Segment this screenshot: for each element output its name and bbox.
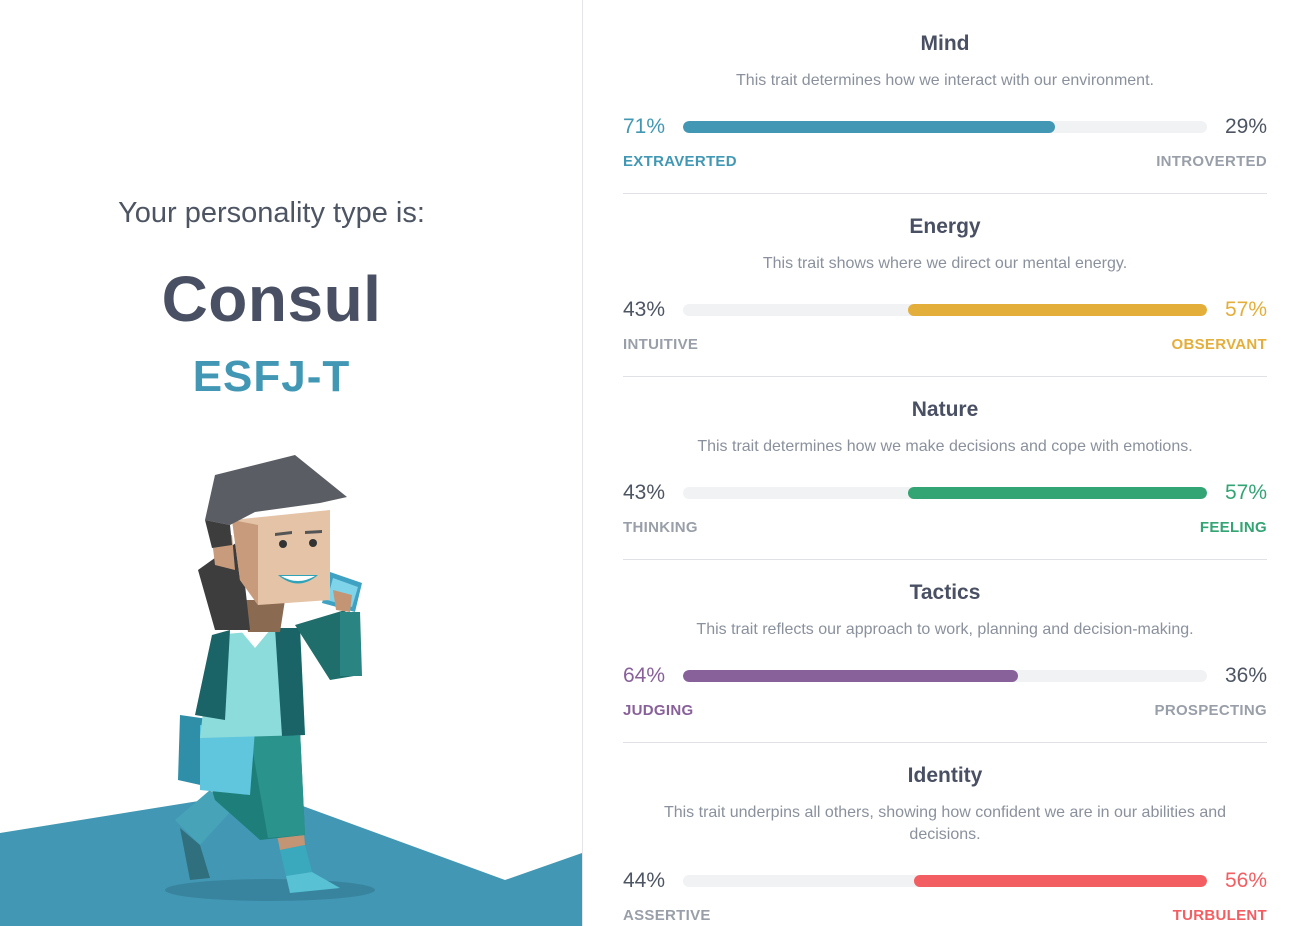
trait-bar-fill bbox=[913, 875, 1207, 887]
right-percentage: 36% bbox=[1224, 664, 1267, 687]
right-trait-label: INTROVERTED bbox=[1156, 153, 1267, 170]
left-percentage: 71% bbox=[623, 115, 666, 138]
right-trait-label: PROSPECTING bbox=[1154, 702, 1267, 719]
personality-type-code: ESFJ-T bbox=[192, 352, 351, 401]
result-intro: Your personality type is: bbox=[118, 197, 425, 229]
trait-description: This trait determines how we interact wi… bbox=[736, 72, 1154, 89]
trait-label-row: EXTRAVERTED INTROVERTED bbox=[623, 153, 1267, 173]
trait-bar-row: 43% 57% bbox=[623, 478, 1267, 508]
trait-label-row: INTUITIVE OBSERVANT bbox=[623, 336, 1267, 356]
left-trait-label: THINKING bbox=[623, 519, 698, 536]
trait-bar-track bbox=[683, 670, 1207, 682]
trait-bar-fill bbox=[683, 670, 1019, 682]
traits-panel: Mind This trait determines how we intera… bbox=[623, 0, 1267, 926]
trait-separator bbox=[623, 742, 1267, 743]
result-panel: Your personality type is: Consul ESFJ-T bbox=[0, 0, 582, 926]
trait-separator bbox=[623, 559, 1267, 560]
personality-type-name: Consul bbox=[161, 263, 382, 335]
right-percentage: 56% bbox=[1224, 869, 1267, 892]
trait-description: This trait shows where we direct our men… bbox=[762, 255, 1128, 272]
trait-bar-row: 44% 56% bbox=[623, 866, 1267, 896]
trait-bar-track bbox=[683, 487, 1207, 499]
right-percentage: 57% bbox=[1224, 481, 1267, 504]
trait-title: Tactics bbox=[909, 581, 981, 604]
trait-label-row: ASSERTIVE TURBULENT bbox=[623, 907, 1267, 926]
trait-bar-row: 43% 57% bbox=[623, 295, 1267, 325]
right-trait-label: TURBULENT bbox=[1172, 907, 1267, 924]
trait-separator bbox=[623, 376, 1267, 377]
right-percentage: 57% bbox=[1224, 298, 1267, 321]
trait-label-row: THINKING FEELING bbox=[623, 519, 1267, 539]
trait-bar-fill bbox=[908, 487, 1207, 499]
left-percentage: 43% bbox=[623, 298, 666, 321]
left-trait-label: EXTRAVERTED bbox=[623, 153, 737, 170]
trait-title: Energy bbox=[909, 215, 981, 238]
trait-bar-fill bbox=[908, 304, 1207, 316]
trait-description: This trait underpins all others, showing… bbox=[663, 804, 1227, 843]
trait-bar-track bbox=[683, 875, 1207, 887]
trait-bar-track bbox=[683, 121, 1207, 133]
trait-title: Mind bbox=[920, 32, 970, 55]
consul-character-illustration bbox=[0, 455, 582, 926]
right-percentage: 29% bbox=[1224, 115, 1267, 138]
right-trait-label: OBSERVANT bbox=[1171, 336, 1267, 353]
left-percentage: 44% bbox=[623, 869, 666, 892]
left-percentage: 64% bbox=[623, 664, 666, 687]
right-trait-label: FEELING bbox=[1199, 519, 1267, 536]
left-percentage: 43% bbox=[623, 481, 666, 504]
trait-description: This trait determines how we make decisi… bbox=[697, 438, 1193, 455]
panel-divider bbox=[582, 0, 583, 926]
trait-title: Identity bbox=[907, 764, 983, 787]
trait-bar-fill bbox=[683, 121, 1056, 133]
trait-description: This trait reflects our approach to work… bbox=[696, 621, 1194, 638]
trait-bar-track bbox=[683, 304, 1207, 316]
trait-title: Nature bbox=[911, 398, 979, 421]
trait-bar-row: 71% 29% bbox=[623, 112, 1267, 142]
left-trait-label: ASSERTIVE bbox=[623, 907, 711, 924]
trait-bar-row: 64% 36% bbox=[623, 661, 1267, 691]
trait-separator bbox=[623, 193, 1267, 194]
left-trait-label: INTUITIVE bbox=[623, 336, 699, 353]
trait-label-row: JUDGING PROSPECTING bbox=[623, 702, 1267, 722]
left-trait-label: JUDGING bbox=[623, 702, 694, 719]
